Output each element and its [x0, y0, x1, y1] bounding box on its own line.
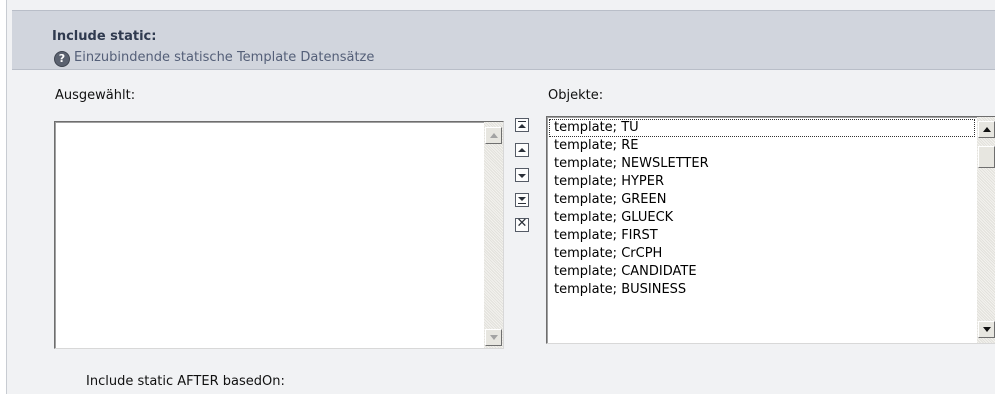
- scroll-up-button[interactable]: [978, 121, 995, 138]
- move-up-icon: [518, 148, 526, 152]
- move-to-top-icon: [518, 121, 526, 122]
- field-description: Einzubindende statische Template Datensä…: [74, 50, 375, 65]
- objects-listbox[interactable]: template; TU template; RE template; NEWSLE…: [546, 116, 995, 344]
- list-item[interactable]: template; HYPER: [549, 173, 975, 191]
- selected-label: Ausgewählt:: [55, 88, 136, 103]
- remove-button[interactable]: ✕: [515, 216, 529, 232]
- list-item[interactable]: template; CrCPH: [549, 245, 975, 263]
- selected-scrollbar[interactable]: [484, 122, 503, 348]
- move-to-top-arrow: [518, 124, 526, 128]
- move-down-icon: [518, 174, 526, 178]
- objects-label: Objekte:: [548, 88, 604, 103]
- help-icon[interactable]: ?: [54, 51, 70, 67]
- include-after-label: Include static AFTER basedOn:: [86, 374, 285, 389]
- move-down-button[interactable]: [515, 168, 529, 182]
- scroll-down-button[interactable]: [485, 329, 502, 346]
- scroll-up-button[interactable]: [485, 127, 502, 144]
- move-to-bottom-arrow: [518, 197, 526, 201]
- chevron-up-icon: [983, 127, 991, 132]
- list-item[interactable]: template; GREEN: [549, 191, 975, 209]
- objects-scrollbar[interactable]: [977, 117, 995, 343]
- list-item[interactable]: template; CANDIDATE: [549, 263, 975, 281]
- field-title: Include static:: [52, 29, 157, 44]
- list-item[interactable]: template; GLUECK: [549, 209, 975, 227]
- list-item[interactable]: template; BUSINESS: [549, 281, 975, 299]
- list-item[interactable]: template; TU: [549, 119, 975, 137]
- remove-icon: ✕: [516, 216, 528, 231]
- list-item[interactable]: template; NEWSLETTER: [549, 155, 975, 173]
- scroll-thumb[interactable]: [978, 146, 995, 168]
- move-to-top-button[interactable]: [515, 118, 529, 132]
- scroll-down-button[interactable]: [978, 321, 995, 338]
- chevron-up-icon: [490, 133, 498, 138]
- chevron-down-icon: [983, 327, 991, 332]
- move-to-bottom-icon: [518, 203, 526, 204]
- chevron-down-icon: [490, 335, 498, 340]
- list-item[interactable]: template; FIRST: [549, 227, 975, 245]
- move-to-bottom-button[interactable]: [515, 193, 529, 207]
- list-item[interactable]: template; RE: [549, 137, 975, 155]
- selected-listbox[interactable]: [54, 121, 504, 349]
- move-up-button[interactable]: [515, 143, 529, 157]
- objects-options: template; TU template; RE template; NEWSLE…: [549, 119, 975, 299]
- field-header: Include static: ? Einzubindende statisch…: [12, 10, 995, 70]
